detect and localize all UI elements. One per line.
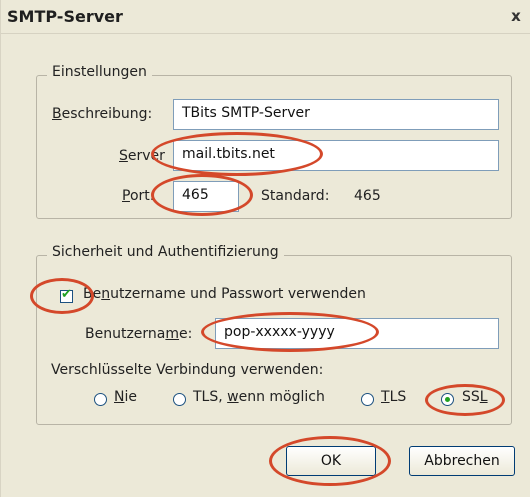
radio-none-label[interactable]: Nie bbox=[114, 389, 137, 405]
encryption-label: Verschlüsselte Verbindung verwenden: bbox=[51, 362, 324, 378]
server-label: Server bbox=[119, 148, 165, 164]
cancel-button[interactable]: Abbrechen bbox=[409, 446, 515, 476]
username-field[interactable]: pop-xxxxx-yyyy bbox=[215, 318, 499, 349]
port-label: Port: bbox=[122, 188, 155, 204]
ok-button[interactable]: OK bbox=[286, 446, 376, 476]
security-legend: Sicherheit und Authentifizierung bbox=[47, 244, 284, 260]
use-auth-label[interactable]: Benutzername und Passwort verwenden bbox=[83, 286, 366, 302]
username-label: Benutzername: bbox=[85, 326, 193, 342]
radio-tls-label[interactable]: TLS bbox=[381, 389, 406, 405]
use-auth-checkbox[interactable] bbox=[60, 287, 73, 303]
standard-label: Standard: bbox=[261, 188, 330, 204]
radio-none[interactable] bbox=[94, 393, 107, 406]
smtp-server-dialog: SMTP-Server x Einstellungen Beschreibung… bbox=[0, 0, 530, 497]
settings-legend: Einstellungen bbox=[47, 64, 152, 80]
server-field[interactable]: mail.tbits.net bbox=[173, 140, 499, 171]
radio-tls[interactable] bbox=[361, 393, 374, 406]
radio-ssl[interactable] bbox=[441, 393, 454, 406]
radio-tls-if-possible[interactable] bbox=[173, 393, 186, 406]
title-bar: SMTP-Server x bbox=[1, 0, 530, 34]
description-field[interactable]: TBits SMTP-Server bbox=[173, 99, 499, 130]
description-label: Beschreibung: bbox=[52, 106, 153, 122]
radio-tls-if-possible-label[interactable]: TLS, wenn möglich bbox=[193, 389, 325, 405]
standard-port-value: 465 bbox=[354, 188, 381, 204]
close-icon[interactable]: x bbox=[507, 7, 525, 25]
radio-ssl-label[interactable]: SSL bbox=[462, 389, 488, 405]
dialog-title: SMTP-Server bbox=[7, 7, 123, 26]
port-field[interactable]: 465 bbox=[173, 181, 239, 212]
